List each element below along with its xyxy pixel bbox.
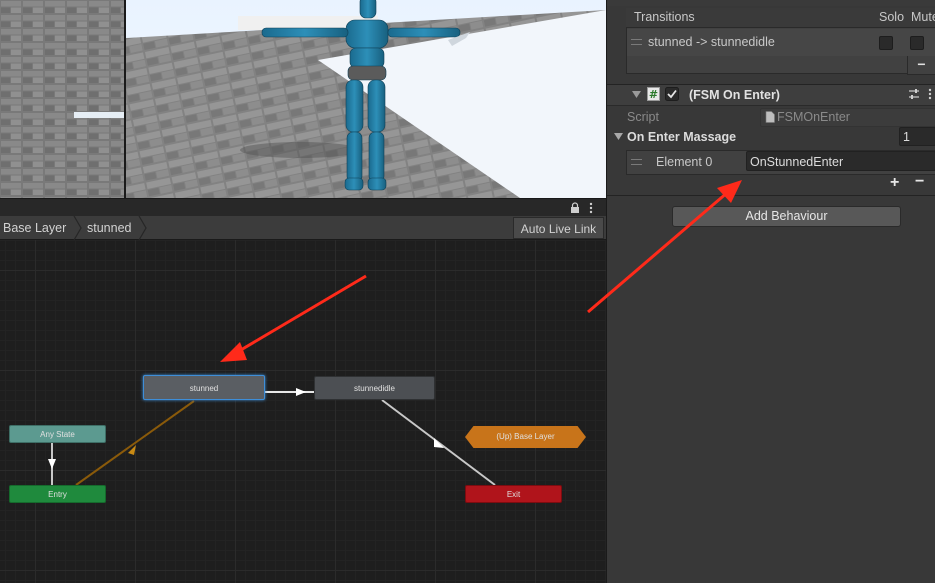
script-label: Script xyxy=(627,110,659,124)
mute-column-label: Mute xyxy=(911,10,935,24)
transition-row-label[interactable]: stunned -> stunnedidle xyxy=(648,35,775,49)
script-file-icon xyxy=(765,111,775,123)
state-node-up-base-layer[interactable]: (Up) Base Layer xyxy=(465,426,586,448)
transition-lines xyxy=(48,388,496,486)
state-node-stunned[interactable]: stunned xyxy=(143,375,265,400)
scene-view[interactable] xyxy=(0,0,606,198)
enabled-checkbox[interactable] xyxy=(665,87,679,101)
add-element-button[interactable]: + xyxy=(890,174,899,192)
element-0-label: Element 0 xyxy=(656,155,713,169)
drag-handle-icon[interactable] xyxy=(631,159,642,165)
more-options-icon[interactable] xyxy=(588,202,594,214)
component-menu-icon[interactable] xyxy=(927,88,933,100)
animator-tab-bar xyxy=(0,198,606,216)
list-size-value[interactable]: 1 xyxy=(903,130,910,144)
drag-handle-icon[interactable] xyxy=(631,39,642,45)
breadcrumb-base-layer[interactable]: Base Layer xyxy=(3,216,66,240)
on-enter-massage-label[interactable]: On Enter Massage xyxy=(627,130,736,144)
element-0-value[interactable]: OnStunnedEnter xyxy=(750,155,843,169)
lock-icon[interactable] xyxy=(570,202,580,214)
transition-arrow-icon xyxy=(434,438,444,448)
remove-element-button[interactable]: − xyxy=(915,173,924,191)
animator-graph[interactable]: stunned stunnedidle Any State Entry Exit… xyxy=(0,240,606,583)
solo-column-label: Solo xyxy=(879,10,905,24)
foldout-arrow-icon[interactable] xyxy=(632,91,641,99)
transitions-title: Transitions xyxy=(634,10,695,24)
state-node-entry[interactable]: Entry xyxy=(9,485,106,503)
transition-arrow-icon xyxy=(296,388,306,396)
breadcrumb-separator-icon xyxy=(73,216,82,240)
inspector-panel: Transitions Solo Mute stunned -> stunned… xyxy=(606,0,935,583)
breadcrumb-separator-icon xyxy=(138,216,147,240)
breadcrumb-stunned[interactable]: stunned xyxy=(87,216,131,240)
script-value: FSMOnEnter xyxy=(777,110,850,124)
list-foldout-arrow-icon[interactable] xyxy=(614,133,623,141)
auto-live-link-button[interactable]: Auto Live Link xyxy=(513,217,604,239)
scene-render xyxy=(0,0,606,198)
transition-arrow-icon xyxy=(48,459,56,469)
script-hash-icon: # xyxy=(647,87,660,101)
section-divider xyxy=(607,195,935,196)
inspector-top-strip xyxy=(607,0,935,6)
state-node-exit[interactable]: Exit xyxy=(465,485,562,503)
component-title: (FSM On Enter) xyxy=(689,88,780,102)
solo-checkbox[interactable] xyxy=(879,36,893,50)
breadcrumb: Base Layer stunned Auto Live Link xyxy=(0,216,606,240)
svg-text:#: # xyxy=(649,88,658,101)
state-node-stunnedidle[interactable]: stunnedidle xyxy=(314,376,435,400)
add-behaviour-button[interactable]: Add Behaviour xyxy=(672,206,901,227)
remove-transition-button[interactable]: − xyxy=(907,56,935,75)
state-node-any-state[interactable]: Any State xyxy=(9,425,106,443)
preset-sliders-icon[interactable] xyxy=(908,88,920,100)
transition-entry-to-stunned xyxy=(75,400,195,486)
mute-checkbox[interactable] xyxy=(910,36,924,50)
